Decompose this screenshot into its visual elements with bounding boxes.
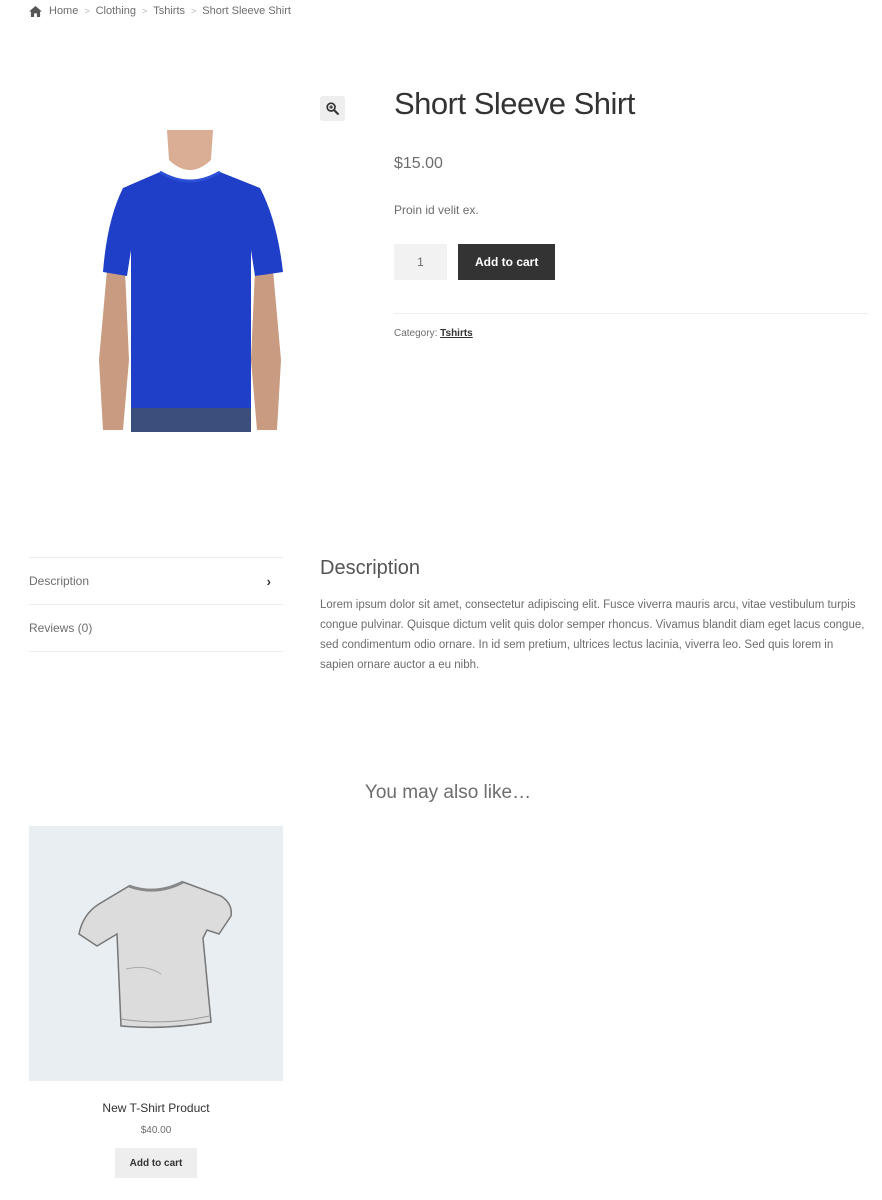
related-heading: You may also like… — [364, 782, 532, 803]
breadcrumb-separator: > — [141, 6, 148, 16]
related-product-card: New T-Shirt Product $40.00 Add to cart — [29, 826, 283, 1178]
home-icon[interactable] — [29, 5, 42, 17]
breadcrumb-home[interactable]: Home — [49, 5, 78, 17]
description-heading: Description — [320, 557, 421, 579]
product-price: $15.00 — [394, 155, 443, 172]
divider — [394, 313, 868, 314]
related-add-to-cart-button[interactable]: Add to cart — [114, 1148, 198, 1178]
magnifier-plus-icon — [326, 102, 339, 115]
product-meta: Category: Tshirts — [394, 328, 868, 339]
add-to-cart-button[interactable]: Add to cart — [458, 244, 556, 280]
tab-description[interactable]: Description › — [29, 558, 283, 605]
product-tabs: Description › Reviews (0) — [29, 557, 283, 652]
description-text: Lorem ipsum dolor sit amet, consectetur … — [320, 599, 865, 671]
breadcrumb: Home > Clothing > Tshirts > Short Sleeve… — [29, 5, 291, 17]
tab-reviews[interactable]: Reviews (0) — [29, 605, 283, 652]
add-to-cart-form: Add to cart — [394, 244, 868, 280]
related-product-price: $40.00 — [140, 1125, 172, 1136]
product-short-description: Proin id velit ex. — [394, 203, 479, 217]
tab-label: Description — [29, 574, 90, 588]
breadcrumb-tshirts[interactable]: Tshirts — [153, 5, 185, 17]
related-product-name[interactable]: New T-Shirt Product — [29, 1101, 283, 1115]
description-panel: Description Lorem ipsum dolor sit amet, … — [320, 557, 865, 675]
product-title: Short Sleeve Shirt — [394, 86, 635, 121]
category-link[interactable]: Tshirts — [440, 328, 473, 339]
category-label: Category: — [394, 328, 438, 339]
chevron-right-icon: › — [266, 573, 271, 589]
breadcrumb-separator: > — [84, 6, 90, 16]
product-main-image[interactable] — [95, 130, 285, 432]
tab-label: Reviews (0) — [29, 621, 93, 635]
related-product-image[interactable] — [29, 826, 283, 1081]
breadcrumb-current: Short Sleeve Shirt — [202, 5, 291, 17]
zoom-button[interactable] — [320, 96, 345, 121]
product-summary: Short Sleeve Shirt $15.00 Proin id velit… — [394, 86, 868, 339]
product-gallery — [29, 90, 349, 440]
breadcrumb-clothing[interactable]: Clothing — [96, 5, 136, 17]
breadcrumb-separator: > — [191, 6, 197, 16]
tshirt-illustration — [78, 880, 233, 1028]
quantity-input[interactable] — [394, 244, 447, 280]
